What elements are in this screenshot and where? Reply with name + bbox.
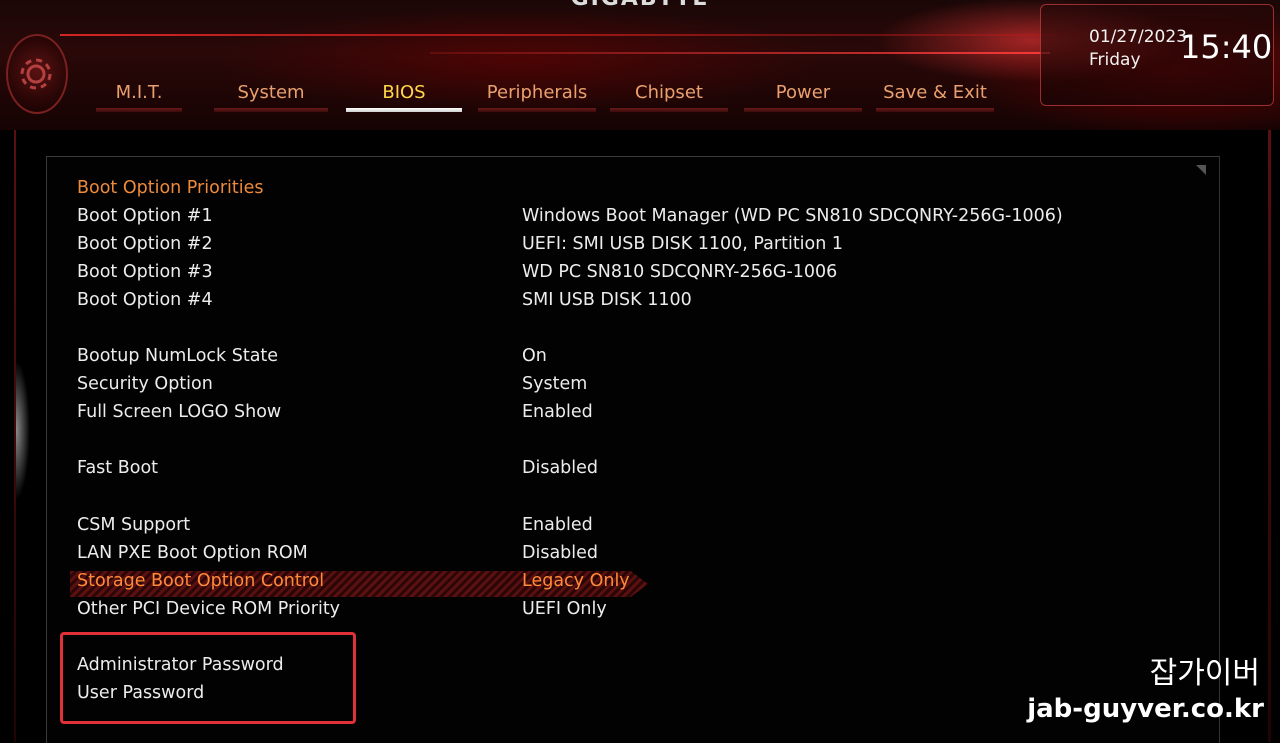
setting-row-fast-boot[interactable]: Fast Boot Disabled xyxy=(77,458,1177,484)
tab-underline xyxy=(214,108,328,112)
setting-label: Boot Option #2 xyxy=(77,234,213,254)
setting-label: Fast Boot xyxy=(77,458,159,478)
tab-underline xyxy=(876,108,994,112)
setting-row-other-pci-rom[interactable]: Other PCI Device ROM Priority UEFI Only xyxy=(77,599,1177,625)
setting-value[interactable]: Windows Boot Manager (WD PC SN810 SDCQNR… xyxy=(522,206,1063,226)
date-text: 01/27/2023 xyxy=(1089,27,1187,47)
setting-row-logo-show[interactable]: Full Screen LOGO Show Enabled xyxy=(77,402,1177,428)
panel-corner-icon xyxy=(1196,165,1206,175)
tab-underline xyxy=(478,108,596,112)
setting-value[interactable]: Enabled xyxy=(522,402,593,422)
setting-row-numlock[interactable]: Bootup NumLock State On xyxy=(77,346,1177,372)
frame-glow xyxy=(16,360,30,500)
tab-bios[interactable]: BIOS xyxy=(346,82,462,106)
setting-row-csm-support[interactable]: CSM Support Enabled xyxy=(77,515,1177,541)
setting-value[interactable]: On xyxy=(522,346,547,366)
tab-peripherals[interactable]: Peripherals xyxy=(478,82,596,106)
settings-gear-button[interactable] xyxy=(6,34,68,114)
tab-underline xyxy=(610,108,728,112)
setting-label: LAN PXE Boot Option ROM xyxy=(77,543,308,563)
setting-row-lan-pxe[interactable]: LAN PXE Boot Option ROM Disabled xyxy=(77,543,1177,569)
tab-power[interactable]: Power xyxy=(744,82,862,106)
date-display: 01/27/2023 Friday xyxy=(1089,26,1187,72)
tab-underline xyxy=(96,108,182,112)
setting-label: Bootup NumLock State xyxy=(77,346,279,366)
tab-underline-active xyxy=(346,108,462,112)
setting-value[interactable]: Disabled xyxy=(522,543,598,563)
setting-label: Full Screen LOGO Show xyxy=(77,402,282,422)
setting-value[interactable]: SMI USB DISK 1100 xyxy=(522,290,692,310)
setting-row-boot-option-1[interactable]: Boot Option #1 Windows Boot Manager (WD … xyxy=(77,206,1177,232)
setting-value[interactable]: Disabled xyxy=(522,458,598,478)
setting-label: Boot Option #4 xyxy=(77,290,213,310)
header-accent-line xyxy=(60,34,1060,36)
setting-row-boot-option-3[interactable]: Boot Option #3 WD PC SN810 SDCQNRY-256G-… xyxy=(77,262,1177,288)
setting-label: Boot Option #3 xyxy=(77,262,213,282)
setting-value[interactable]: System xyxy=(522,374,587,394)
setting-value[interactable]: WD PC SN810 SDCQNRY-256G-1006 xyxy=(522,262,837,282)
section-title: Boot Option Priorities xyxy=(77,178,264,198)
gear-icon xyxy=(20,58,52,90)
password-highlight-box xyxy=(60,632,356,724)
setting-label: CSM Support xyxy=(77,515,191,535)
day-text: Friday xyxy=(1089,50,1141,70)
setting-row-security-option[interactable]: Security Option System xyxy=(77,374,1177,400)
setting-label: Security Option xyxy=(77,374,213,394)
tab-chipset[interactable]: Chipset xyxy=(610,82,728,106)
watermark-url: jab-guyver.co.kr xyxy=(1027,694,1264,724)
setting-row-storage-boot-selected[interactable]: Storage Boot Option Control Legacy Only xyxy=(70,571,648,597)
time-display: 15:40 xyxy=(1180,28,1273,66)
tab-mit[interactable]: M.I.T. xyxy=(96,82,182,106)
setting-value[interactable]: UEFI: SMI USB DISK 1100, Partition 1 xyxy=(522,234,843,254)
tab-underline xyxy=(744,108,862,112)
section-title-row: Boot Option Priorities xyxy=(77,178,1177,204)
brand-logo: GIGABYTE xyxy=(560,0,720,11)
setting-row-boot-option-4[interactable]: Boot Option #4 SMI USB DISK 1100 xyxy=(77,290,1177,316)
watermark-korean: 잡가이버 xyxy=(1149,656,1260,691)
setting-value[interactable]: UEFI Only xyxy=(522,599,607,619)
tab-system[interactable]: System xyxy=(214,82,328,106)
header-accent-line xyxy=(430,52,1050,54)
tab-save-exit[interactable]: Save & Exit xyxy=(876,82,994,106)
setting-label: Other PCI Device ROM Priority xyxy=(77,599,341,619)
setting-row-boot-option-2[interactable]: Boot Option #2 UEFI: SMI USB DISK 1100, … xyxy=(77,234,1177,260)
frame-border-right xyxy=(1268,130,1271,742)
setting-label: Storage Boot Option Control xyxy=(77,571,325,591)
setting-value[interactable]: Enabled xyxy=(522,515,593,535)
setting-label: Boot Option #1 xyxy=(77,206,213,226)
setting-value[interactable]: Legacy Only xyxy=(522,571,630,591)
